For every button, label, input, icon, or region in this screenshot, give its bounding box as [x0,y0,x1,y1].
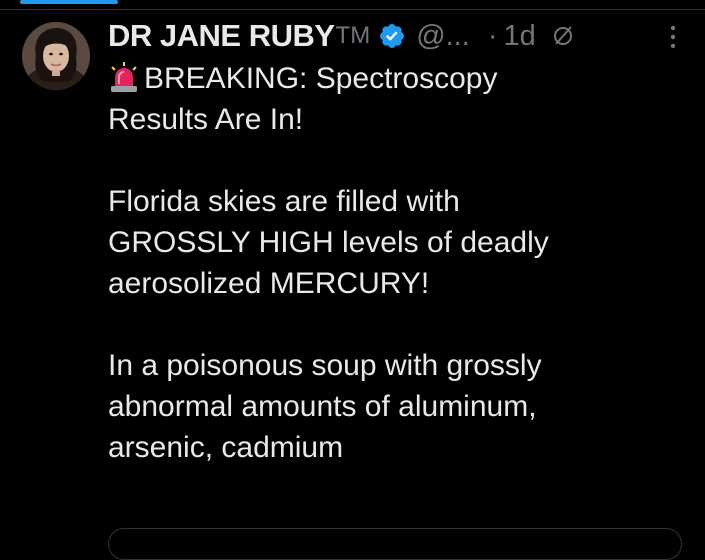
post-line: Results Are In! [108,103,304,136]
more-options-icon[interactable] [669,24,677,50]
post-line: In a poisonous soup with grossly [108,349,542,382]
author-handle[interactable]: @... [416,20,470,53]
post-header: DR JANE RUBY TM @... · 1d [108,14,685,58]
post-paragraph: BREAKING: Spectroscopy Results Are In! [108,58,688,140]
post-line: aerosolized MERCURY! [108,267,430,300]
post-paragraph: Florida skies are filled with GROSSLY HI… [108,181,688,304]
post-line: abnormal amounts of aluminum, [108,390,537,423]
avatar[interactable] [22,22,90,90]
media-card-edge[interactable] [108,528,682,560]
grok-icon[interactable] [552,25,574,47]
verified-badge-icon [378,22,406,50]
post-timestamp[interactable]: 1d [503,20,535,53]
active-tab-indicator [20,0,118,4]
post-line: arsenic, cadmium [108,431,344,464]
separator-dot: · [487,19,498,52]
post-paragraph: In a poisonous soup with grossly abnorma… [108,345,688,468]
post-text: BREAKING: Spectroscopy Results Are In! F… [108,58,688,468]
post-line: BREAKING: Spectroscopy [144,62,498,95]
post-line: GROSSLY HIGH levels of deadly [108,226,549,259]
trademark-label: TM [335,22,371,49]
post-line: Florida skies are filled with [108,185,460,218]
top-divider [0,9,705,10]
rotating-light-icon [108,62,140,92]
author-name[interactable]: DR JANE RUBY [108,18,335,54]
